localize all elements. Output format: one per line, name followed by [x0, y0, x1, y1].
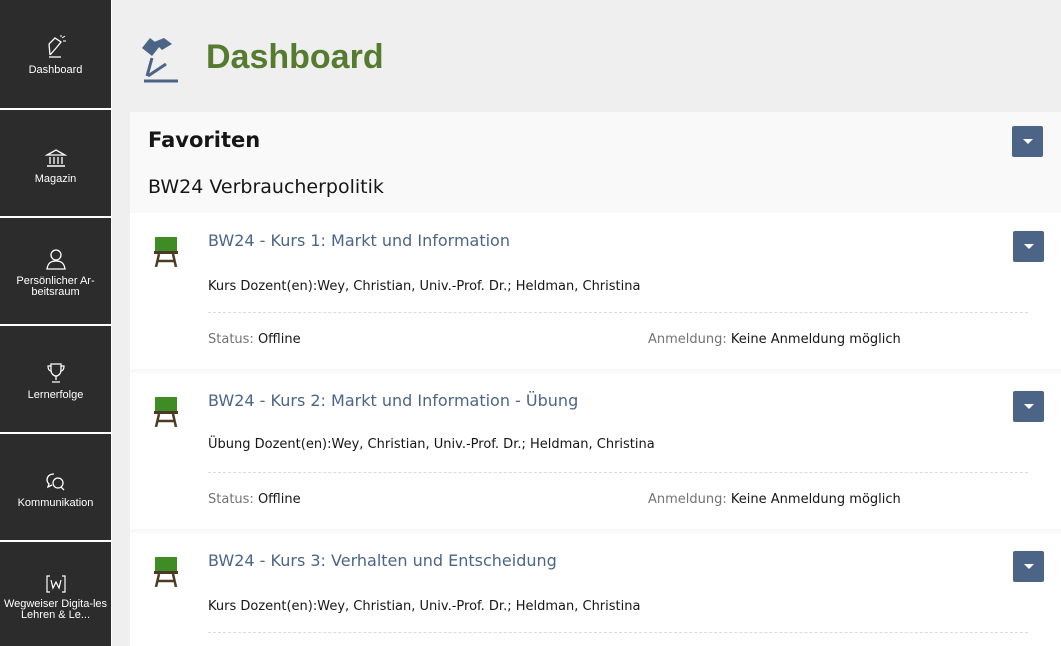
registration-key: Anmeldung: — [648, 332, 727, 347]
course-description: Kurs Dozent(en):Wey, Christian, Univ.-Pr… — [208, 279, 641, 294]
course-status: Status: Offline — [208, 492, 301, 507]
sidebar-item-wegweiser[interactable]: Wegweiser Digita-les Lehren & Le... — [0, 542, 111, 646]
group-title: BW24 Verbraucherpolitik — [148, 176, 384, 198]
course-registration: Anmeldung: Keine Anmeldung möglich — [648, 492, 901, 507]
registration-value: Keine Anmeldung möglich — [730, 332, 901, 347]
sidebar-item-label: Lernerfolge — [27, 388, 84, 401]
caret-down-icon — [1023, 564, 1034, 569]
registration-key: Anmeldung: — [648, 492, 727, 507]
status-key: Status: — [208, 492, 254, 507]
status-key: Status: — [208, 332, 254, 347]
sidebar-item-magazin[interactable]: Magazin — [0, 110, 111, 216]
sidebar-item-label: Kommunikation — [17, 496, 94, 509]
status-value: Offline — [257, 332, 301, 347]
caret-down-icon — [1023, 404, 1034, 409]
caret-down-icon — [1023, 244, 1034, 249]
desk-lamp-icon — [45, 33, 67, 59]
sidebar-item-label: Persönlicher Ar-beitsraum — [16, 275, 95, 298]
course-actions-button[interactable] — [1013, 551, 1044, 582]
course-card[interactable]: BW24 - Kurs 1: Markt und Information Kur… — [130, 213, 1061, 369]
course-registration: Anmeldung: Keine Anmeldung möglich — [648, 332, 901, 347]
course-description: Übung Dozent(en):Wey, Christian, Univ.-P… — [208, 437, 655, 452]
page-header: Dashboard — [130, 8, 1061, 112]
sidebar-item-personal-workspace[interactable]: Persönlicher Ar-beitsraum — [0, 218, 111, 324]
caret-down-icon — [1022, 139, 1033, 144]
course-status: Status: Offline — [208, 332, 301, 347]
sidebar-item-lernerfolge[interactable]: Lernerfolge — [0, 326, 111, 432]
person-icon — [45, 244, 67, 270]
registration-value: Keine Anmeldung möglich — [730, 492, 901, 507]
course-card[interactable]: BW24 - Kurs 3: Verhalten und Entscheidun… — [130, 533, 1061, 646]
desk-lamp-icon — [142, 36, 182, 90]
divider — [208, 632, 1028, 633]
course-description: Kurs Dozent(en):Wey, Christian, Univ.-Pr… — [208, 599, 641, 614]
favorites-actions-button[interactable] — [1012, 126, 1043, 157]
sidebar-item-label: Magazin — [34, 172, 77, 185]
course-title-link[interactable]: BW24 - Kurs 2: Markt und Information - Ü… — [208, 391, 578, 410]
course-board-icon — [154, 237, 178, 271]
divider — [208, 312, 1028, 313]
course-board-icon — [154, 397, 178, 431]
course-title-link[interactable]: BW24 - Kurs 3: Verhalten und Entscheidun… — [208, 551, 557, 570]
sidebar-item-kommunikation[interactable]: Kommunikation — [0, 434, 111, 540]
course-card[interactable]: BW24 - Kurs 2: Markt und Information - Ü… — [130, 373, 1061, 529]
course-actions-button[interactable] — [1013, 391, 1044, 422]
chat-bubbles-icon — [45, 466, 67, 492]
trophy-icon — [46, 358, 66, 384]
divider — [208, 472, 1028, 473]
course-actions-button[interactable] — [1013, 231, 1044, 262]
bracket-w-icon — [45, 567, 67, 593]
sidebar-item-dashboard[interactable]: Dashboard — [0, 0, 111, 108]
sidebar-item-label: Wegweiser Digita-les Lehren & Le... — [3, 598, 108, 621]
sidebar-item-label: Dashboard — [28, 63, 83, 76]
main-sidebar: Dashboard Magazin Persönlicher Ar-beitsr… — [0, 0, 112, 646]
bank-icon — [44, 142, 67, 168]
favorites-title: Favoriten — [148, 128, 261, 152]
page-title: Dashboard — [206, 38, 384, 76]
status-value: Offline — [257, 492, 301, 507]
course-board-icon — [154, 557, 178, 591]
course-title-link[interactable]: BW24 - Kurs 1: Markt und Information — [208, 231, 510, 250]
